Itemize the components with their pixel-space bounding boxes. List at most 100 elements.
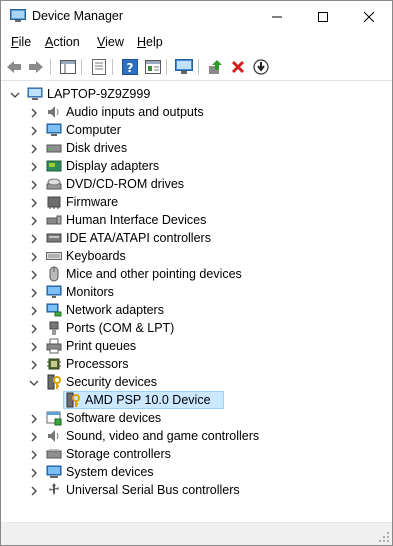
tree-item-dvd-cd-rom-drives[interactable]: DVD/CD-ROM drives [1,175,392,193]
chevron-right-icon[interactable] [29,125,39,136]
chevron-right-icon[interactable] [29,143,39,154]
chevron-right-icon[interactable] [29,449,39,460]
menu-action[interactable]: Action [45,35,80,49]
mouse-icon [46,266,62,282]
tree-item-label: Human Interface Devices [66,213,207,227]
chevron-right-icon[interactable] [29,107,39,118]
tree-item-label: Firmware [66,195,119,209]
tree-item-network-adapters[interactable]: Network adapters [1,301,392,319]
keyboard-icon [46,248,62,264]
action-pane-button[interactable] [144,58,162,76]
disk-drive-icon [46,140,62,156]
chevron-right-icon[interactable] [29,287,39,298]
back-button[interactable] [5,58,23,76]
uninstall-device-button[interactable] [229,58,247,76]
tree-item-security-devices[interactable]: Security devices [1,373,392,391]
tree-item-ports-com-lpt[interactable]: Ports (COM & LPT) [1,319,392,337]
tree-item-storage-controllers[interactable]: Storage controllers [1,445,392,463]
maximize-button[interactable] [300,1,346,32]
tree-item-label: Storage controllers [66,447,171,461]
tree-item-software-devices[interactable]: Software devices [1,409,392,427]
tree-item-label: Audio inputs and outputs [66,105,204,119]
menu-help[interactable]: Help [137,35,163,49]
show-hide-console-tree-button[interactable] [59,58,77,76]
back-arrow-icon [7,61,21,73]
chevron-right-icon[interactable] [29,161,39,172]
hid-icon [46,212,62,228]
help-button[interactable]: ? [121,58,139,76]
tree-item-ide-ata-atapi-controllers[interactable]: IDE ATA/ATAPI controllers [1,229,392,247]
network-adapter-icon [46,302,62,318]
tree-item-computer[interactable]: Computer [1,121,392,139]
chevron-right-icon[interactable] [29,467,39,478]
chevron-right-icon[interactable] [29,359,39,370]
properties-button[interactable] [90,58,108,76]
tree-item-label: Sound, video and game controllers [66,429,260,443]
device-manager-app-icon [10,9,26,22]
tree-item-monitors[interactable]: Monitors [1,283,392,301]
minimize-button[interactable] [254,1,300,32]
chevron-right-icon[interactable] [29,323,39,334]
firmware-icon [46,194,62,210]
menu-file[interactable]: File [11,35,31,49]
computer-icon [46,122,62,138]
uninstall-x-icon [231,60,245,74]
tree-item-mice-and-other-pointing-devices[interactable]: Mice and other pointing devices [1,265,392,283]
tree-item-firmware[interactable]: Firmware [1,193,392,211]
chevron-right-icon[interactable] [29,305,39,316]
chevron-right-icon[interactable] [29,269,39,280]
usb-icon [46,482,62,498]
tree-item-label: Network adapters [66,303,164,317]
download-arrow-circle-icon [253,59,269,75]
chevron-right-icon[interactable] [29,251,39,262]
speaker-icon [46,428,62,444]
tree-item-sound-video-and-game-controllers[interactable]: Sound, video and game controllers [1,427,392,445]
update-driver-button[interactable] [207,58,225,76]
tree-item-label: Universal Serial Bus controllers [66,483,240,497]
close-button[interactable] [346,1,392,32]
menu-view[interactable]: View [97,35,124,49]
tree-item-system-devices[interactable]: System devices [1,463,392,481]
tree-item-universal-serial-bus-controllers[interactable]: Universal Serial Bus controllers [1,481,392,499]
chevron-right-icon[interactable] [29,233,39,244]
chevron-down-icon[interactable] [10,89,20,99]
tree-item-keyboards[interactable]: Keyboards [1,247,392,265]
tree-item-label: Computer [66,123,121,137]
tree-item-label: AMD PSP 10.0 Device [85,393,211,407]
processor-icon [46,356,62,372]
disable-device-button[interactable] [252,58,270,76]
tree-item-display-adapters[interactable]: Display adapters [1,157,392,175]
forward-button[interactable] [27,58,45,76]
security-device-icon [46,374,62,390]
tree-item-label: Display adapters [66,159,160,173]
chevron-right-icon[interactable] [29,485,39,496]
close-icon [364,11,374,22]
tree-item-amd-psp-10-0-device[interactable]: AMD PSP 10.0 Device [1,391,392,409]
tree-item-label: Processors [66,357,129,371]
resize-grip-icon[interactable] [378,531,390,543]
chevron-right-icon[interactable] [29,431,39,442]
chevron-right-icon[interactable] [29,341,39,352]
tree-root-computer[interactable]: LAPTOP-9Z9Z999 [1,85,392,103]
tree-item-print-queues[interactable]: Print queues [1,337,392,355]
scan-hardware-button[interactable] [175,58,193,76]
dvd-drive-icon [46,176,62,192]
tree-item-disk-drives[interactable]: Disk drives [1,139,392,157]
system-device-icon [46,464,62,480]
maximize-icon [318,11,328,22]
tree-item-audio-inputs-and-outputs[interactable]: Audio inputs and outputs [1,103,392,121]
root-computer-icon [27,86,43,102]
chevron-right-icon[interactable] [29,179,39,190]
update-driver-icon [209,60,222,74]
chevron-right-icon[interactable] [29,215,39,226]
toolbar: ? [1,54,392,81]
chevron-right-icon[interactable] [29,197,39,208]
tree-item-label: Software devices [66,411,162,425]
tree-item-label: Ports (COM & LPT) [66,321,175,335]
tree-item-label: Monitors [66,285,114,299]
chevron-right-icon[interactable] [29,413,39,424]
title-bar[interactable]: Device Manager [1,1,392,32]
chevron-down-icon[interactable] [29,377,39,387]
tree-item-human-interface-devices[interactable]: Human Interface Devices [1,211,392,229]
tree-item-processors[interactable]: Processors [1,355,392,373]
